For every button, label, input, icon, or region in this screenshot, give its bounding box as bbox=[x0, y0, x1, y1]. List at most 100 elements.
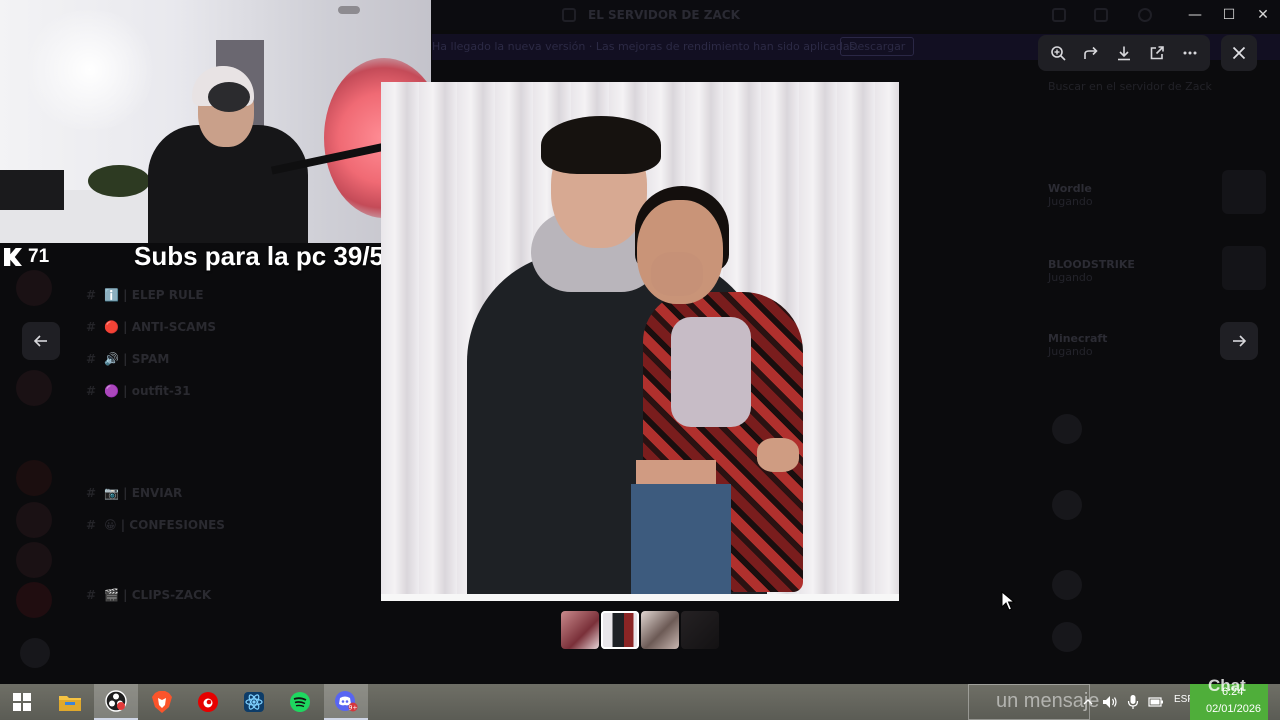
start-button[interactable] bbox=[0, 684, 44, 720]
activity-sub: Jugando bbox=[1048, 271, 1093, 284]
member-avatar[interactable] bbox=[1052, 490, 1082, 520]
activity-card[interactable]: Wordle Jugando bbox=[1048, 182, 1093, 208]
taskbar-vodafone[interactable] bbox=[186, 684, 230, 720]
activity-title: Minecraft bbox=[1048, 332, 1108, 345]
system-tray bbox=[1082, 684, 1094, 720]
inbox-icon bbox=[1052, 8, 1066, 22]
user-avatar[interactable] bbox=[20, 638, 50, 668]
channel-item[interactable]: # 🎬 | CLIPS-ZACK bbox=[86, 588, 211, 610]
thumbnail-4[interactable] bbox=[681, 611, 719, 649]
server-avatar[interactable] bbox=[16, 542, 52, 578]
forward-icon bbox=[1084, 46, 1098, 59]
next-image-button[interactable] bbox=[1220, 322, 1258, 360]
window-close-button[interactable]: ✕ bbox=[1246, 0, 1280, 30]
arrow-right-icon bbox=[1233, 335, 1247, 347]
more-icon bbox=[1183, 51, 1197, 55]
banner-text: Ha llegado la nueva versión · Las mejora… bbox=[432, 40, 859, 53]
tray-overflow-icon[interactable] bbox=[1082, 696, 1094, 708]
server-avatar[interactable] bbox=[16, 270, 52, 306]
activity-card[interactable]: BLOODSTRIKE Jugando bbox=[1048, 258, 1135, 284]
channel-item[interactable]: # 🟣 | outfit-31 bbox=[86, 384, 191, 406]
server-avatar[interactable] bbox=[16, 370, 52, 406]
download-button[interactable] bbox=[1109, 38, 1139, 68]
battery-tray[interactable] bbox=[1148, 684, 1164, 720]
server-avatar[interactable] bbox=[16, 582, 52, 618]
taskbar-spotify[interactable] bbox=[278, 684, 322, 720]
channel-hash-icon: # bbox=[86, 588, 97, 602]
threads-icon bbox=[1094, 8, 1108, 22]
kick-viewer-badge: 71 bbox=[4, 244, 49, 270]
minimize-button[interactable]: — bbox=[1178, 0, 1212, 30]
thumbnail-3[interactable] bbox=[641, 611, 679, 649]
member-search-input[interactable]: Buscar en el servidor de Zack bbox=[1048, 80, 1212, 93]
taskbar-electron-app[interactable] bbox=[232, 684, 276, 720]
viewer-image[interactable] bbox=[381, 82, 899, 601]
open-external-button[interactable] bbox=[1142, 38, 1172, 68]
thumbnail-strip bbox=[561, 611, 719, 649]
more-button[interactable] bbox=[1175, 38, 1205, 68]
activity-sub: Jugando bbox=[1048, 195, 1093, 208]
server-avatar[interactable] bbox=[16, 502, 52, 538]
channel-item[interactable]: # ℹ️ | ELEP RULE bbox=[86, 288, 204, 310]
activity-title: BLOODSTRIKE bbox=[1048, 258, 1135, 271]
channel-label: 😀 | CONFESIONES bbox=[104, 518, 225, 532]
activity-sub: Jugando bbox=[1048, 345, 1093, 358]
close-icon bbox=[1232, 46, 1246, 60]
channel-item[interactable]: # 🔊 | SPAM bbox=[86, 352, 169, 374]
channel-item[interactable]: # 🔴 | ANTI-SCAMS bbox=[86, 320, 216, 342]
kick-logo-icon bbox=[4, 248, 22, 266]
thumbnail-1[interactable] bbox=[561, 611, 599, 649]
zoom-in-button[interactable] bbox=[1043, 38, 1073, 68]
window-title: EL SERVIDOR DE ZACK bbox=[588, 8, 740, 22]
photo-border bbox=[381, 594, 899, 601]
photo-person-jeans bbox=[631, 484, 731, 594]
viewer-close-button[interactable] bbox=[1221, 35, 1257, 71]
channel-item[interactable]: # 📷 | ENVIAR bbox=[86, 486, 182, 508]
photo-person-top bbox=[671, 317, 751, 427]
server-icon bbox=[562, 8, 576, 22]
banner-button[interactable]: Descargar bbox=[840, 37, 915, 56]
taskbar-discord[interactable]: 9+ bbox=[324, 684, 368, 720]
member-avatar[interactable] bbox=[1052, 414, 1082, 444]
activity-thumbnail bbox=[1222, 246, 1266, 290]
brave-icon bbox=[152, 691, 172, 713]
arrow-left-icon bbox=[33, 335, 47, 347]
webcam-overlay bbox=[0, 0, 431, 243]
activity-card[interactable]: Minecraft Jugando bbox=[1048, 332, 1107, 358]
windows-start-icon bbox=[13, 693, 31, 711]
thumbnail-2[interactable] bbox=[601, 611, 639, 649]
microphone-tray[interactable] bbox=[1127, 684, 1139, 720]
taskbar-brave[interactable] bbox=[140, 684, 184, 720]
window-controls: — ☐ ✕ bbox=[1178, 0, 1280, 30]
channel-hash-icon: # bbox=[86, 486, 97, 500]
webcam-plant bbox=[88, 165, 150, 197]
member-avatar[interactable] bbox=[1052, 622, 1082, 652]
taskbar-file-explorer[interactable] bbox=[48, 684, 92, 720]
clock-time: 6:24 bbox=[1222, 686, 1244, 698]
battery-icon bbox=[1148, 697, 1163, 707]
photo-person-hand bbox=[651, 252, 703, 296]
user-panel bbox=[20, 636, 350, 676]
forward-button[interactable] bbox=[1076, 38, 1106, 68]
update-banner: Ha llegado la nueva versión · Las mejora… bbox=[432, 34, 1032, 60]
channel-label: 🔊 | SPAM bbox=[104, 352, 170, 366]
channel-label: 📷 | ENVIAR bbox=[104, 486, 183, 500]
volume-tray[interactable] bbox=[1102, 684, 1118, 720]
maximize-button[interactable]: ☐ bbox=[1212, 0, 1246, 30]
open-external-icon bbox=[1150, 46, 1164, 60]
server-rail bbox=[0, 240, 64, 680]
previous-image-button[interactable] bbox=[22, 322, 60, 360]
channel-hash-icon: # bbox=[86, 288, 97, 302]
webcam-light bbox=[20, 10, 160, 130]
webcam-speaker bbox=[0, 170, 64, 210]
volume-icon bbox=[1103, 696, 1117, 708]
server-avatar[interactable] bbox=[16, 460, 52, 496]
channel-hash-icon: # bbox=[86, 518, 97, 532]
channel-item[interactable]: # 😀 | CONFESIONES bbox=[86, 518, 225, 540]
taskbar-obs[interactable] bbox=[94, 684, 138, 720]
channel-label: 🔴 | ANTI-SCAMS bbox=[104, 320, 217, 334]
member-avatar[interactable] bbox=[1052, 570, 1082, 600]
channel-hash-icon: # bbox=[86, 320, 97, 334]
help-icon bbox=[1138, 8, 1152, 22]
webcam-lamp bbox=[338, 6, 360, 14]
